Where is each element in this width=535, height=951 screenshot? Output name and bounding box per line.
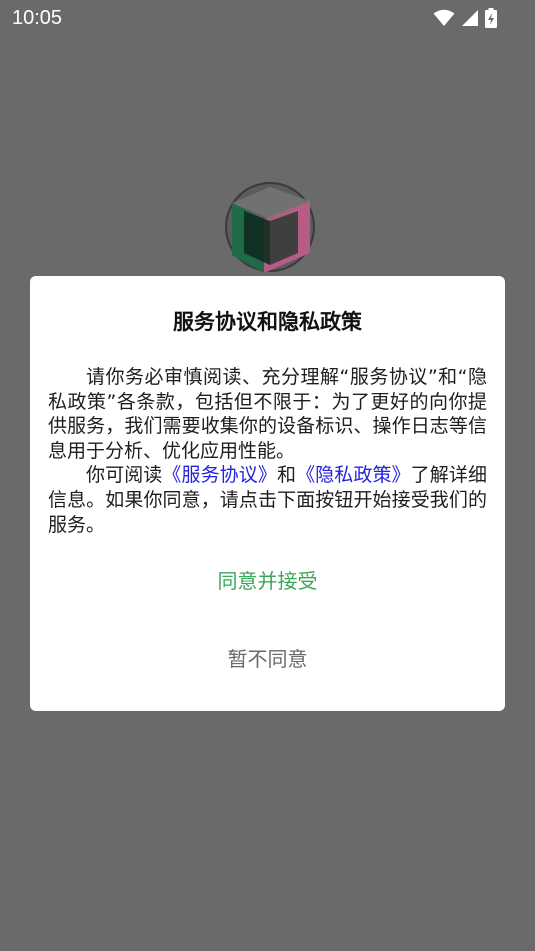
- privacy-policy-link[interactable]: 《隐私政策》: [296, 464, 411, 486]
- dialog-paragraph-1: 请你务必审慎阅读、充分理解“服务协议”和“隐私政策”各条款，包括但不限于：为了更…: [48, 366, 487, 462]
- battery-charging-icon: [485, 8, 497, 28]
- privacy-dialog: 服务协议和隐私政策 请你务必审慎阅读、充分理解“服务协议”和“隐私政策”各条款，…: [30, 276, 505, 711]
- app-logo: [224, 181, 316, 273]
- status-time: 10:05: [12, 7, 63, 29]
- paragraph-2-prefix: 你可阅读: [86, 464, 163, 487]
- paragraph-2-and: 和: [276, 464, 297, 487]
- dialog-paragraph-2: 你可阅读《服务协议》和《隐私政策》了解详细信息。如果你同意，请点击下面按钮开始接…: [48, 463, 487, 537]
- status-icons: [433, 7, 497, 29]
- dialog-title: 服务协议和隐私政策: [173, 310, 362, 334]
- agree-button[interactable]: 同意并接受: [90, 561, 445, 601]
- dialog-body: 请你务必审慎阅读、充分理解“服务协议”和“隐私政策”各条款，包括但不限于：为了更…: [48, 365, 487, 537]
- status-bar: 10:05: [0, 0, 535, 36]
- wifi-icon: [433, 9, 455, 27]
- service-agreement-link[interactable]: 《服务协议》: [162, 464, 277, 486]
- disagree-button[interactable]: 暂不同意: [90, 639, 445, 679]
- signal-icon: [461, 9, 479, 27]
